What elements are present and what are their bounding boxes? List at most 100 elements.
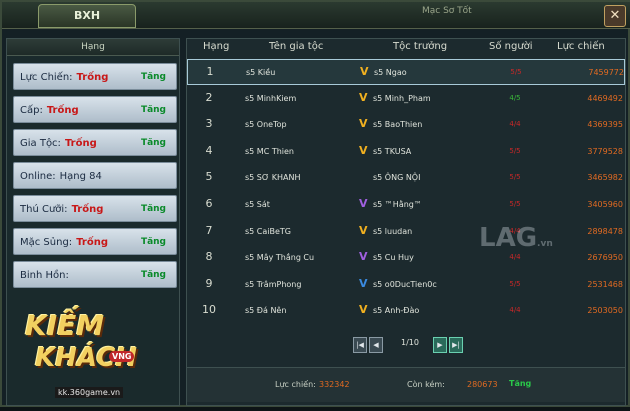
- table-row[interactable]: 2 s5 MinhKiem Vs5 Minh_Pham 4/5 4469492: [187, 86, 625, 112]
- next-page-button[interactable]: ▶: [433, 337, 447, 353]
- rank-cell: 8: [205, 250, 213, 264]
- remain-label: Còn kém:: [407, 380, 445, 389]
- power-cell: 4369395: [587, 120, 623, 130]
- guild-name-cell: s5 CaiBeTG: [245, 226, 292, 236]
- close-icon[interactable]: ✕: [604, 5, 626, 27]
- stat-label: Binh Hồn:: [20, 270, 69, 281]
- stat-row[interactable]: Lực Chiến: Trống Tăng: [13, 63, 177, 90]
- members-cell: 5/5: [509, 173, 521, 182]
- vip-badge-icon: V: [359, 197, 368, 210]
- vip-badge-icon: V: [359, 117, 368, 131]
- table-row[interactable]: 9 s5 TrâmPhong Vs5 o0DucTien0c 5/5 2531468: [187, 272, 625, 298]
- table-row[interactable]: 3 s5 OneTop Vs5 BaoThien 4/4 4369395: [187, 112, 625, 138]
- members-cell: 5/5: [509, 279, 521, 288]
- power-cell: 4469492: [587, 93, 623, 103]
- members-cell: 4/4: [509, 120, 521, 129]
- vng-badge: VNG: [109, 351, 135, 362]
- rank-cell: 6: [205, 197, 213, 210]
- guild-name-cell: s5 TrâmPhong: [245, 279, 302, 289]
- rank-cell: 1: [206, 65, 214, 78]
- stat-label: Lực Chiến:: [20, 72, 73, 83]
- power-cell: 3405960: [587, 200, 623, 209]
- table-row[interactable]: 6 s5 Sát Vs5 ™Hằng™ 5/5 3405960: [187, 192, 625, 218]
- panel-header: Hạng: [7, 39, 179, 56]
- stat-improve-link[interactable]: Tăng: [141, 64, 166, 91]
- leader-cell: s5 Minh_Pham: [373, 93, 431, 103]
- stat-improve-link[interactable]: Tăng: [141, 229, 166, 256]
- table-row[interactable]: 8 s5 Mây Thắng Cu Vs5 Cu Huy 4/4 2676950: [187, 245, 625, 271]
- vip-badge-icon: V: [360, 65, 369, 78]
- power-cell: 2898478: [587, 226, 623, 236]
- col-header-power: Lực chiến: [557, 41, 605, 52]
- guild-name-cell: s5 SƠ KHANH: [245, 173, 301, 183]
- remain-value: 280673: [467, 380, 498, 389]
- guild-name-cell: s5 Đá Nên: [245, 306, 287, 316]
- table-row[interactable]: 7 s5 CaiBeTG Vs5 luudan 4/4 2898478: [187, 219, 625, 245]
- rank-cell: 5: [205, 170, 213, 184]
- rank-cell: 3: [205, 117, 213, 131]
- stat-label: Cấp:: [20, 105, 43, 116]
- stat-row[interactable]: Gia Tộc: Trống Tăng: [13, 129, 177, 156]
- stat-label: Online:: [20, 171, 56, 182]
- members-cell: 5/5: [509, 200, 521, 208]
- leader-cell: s5 o0DucTien0c: [373, 279, 437, 289]
- vip-badge-icon: V: [359, 223, 368, 237]
- stat-value: Trống: [64, 138, 97, 149]
- stat-improve-link[interactable]: Tăng: [141, 130, 166, 157]
- stat-row[interactable]: Online: Hạng 84: [13, 162, 177, 189]
- leader-cell: s5 Anh-Đào: [373, 306, 420, 316]
- game-logo: KIẾM KHÁCH VNG kk.360game.vn: [13, 291, 139, 411]
- table-row[interactable]: 5 s5 SƠ KHANH s5 ÔNG NỘI 5/5 3465982: [187, 165, 625, 191]
- power-label: Lực chiến:: [275, 380, 316, 389]
- prev-page-button[interactable]: ◀: [369, 337, 383, 353]
- col-header-leader: Tộc trưởng: [393, 41, 448, 52]
- stat-row[interactable]: Mặc Sủng: Trống Tăng: [13, 228, 177, 255]
- first-page-button[interactable]: |◀: [353, 337, 367, 353]
- table-row[interactable]: 4 s5 MC Thien Vs5 TKUSA 5/5 3779528: [187, 139, 625, 165]
- members-cell: 5/5: [510, 68, 522, 76]
- power-cell: 7459772: [588, 68, 624, 77]
- power-cell: 2676950: [587, 253, 623, 263]
- guild-name-cell: s5 Kiều: [246, 68, 276, 77]
- leader-cell: s5 ÔNG NỘI: [373, 173, 421, 183]
- table-row[interactable]: 10 s5 Đá Nên Vs5 Anh-Đào 4/4 2503050: [187, 298, 625, 324]
- leader-cell: s5 ™Hằng™: [373, 200, 422, 209]
- rank-cell: 2: [205, 90, 213, 104]
- logo-url: kk.360game.vn: [55, 387, 124, 398]
- top-status-text: Mạc Sơ Tốt: [422, 6, 472, 16]
- improve-link[interactable]: Tăng: [509, 379, 531, 388]
- rank-cell: 10: [202, 303, 216, 317]
- rank-cell: 9: [205, 276, 213, 290]
- col-header-guild: Tên gia tộc: [269, 41, 324, 52]
- leader-cell: s5 Ngao: [374, 68, 407, 77]
- stat-improve-link[interactable]: Tăng: [141, 262, 166, 289]
- leader-cell: s5 luudan: [373, 226, 413, 236]
- tab-bxh[interactable]: BXH: [38, 4, 136, 28]
- stat-row[interactable]: Binh Hồn: Tăng: [13, 261, 177, 288]
- page-indicator: 1/10: [401, 338, 419, 347]
- power-value: 332342: [319, 380, 350, 389]
- members-cell: 4/5: [509, 93, 521, 102]
- stat-label: Mặc Sủng:: [20, 237, 73, 248]
- stat-row[interactable]: Cấp: Trống Tăng: [13, 96, 177, 123]
- table-row[interactable]: 1 s5 Kiều Vs5 Ngao 5/5 7459772: [187, 59, 625, 85]
- vip-badge-icon: V: [359, 303, 368, 317]
- vip-badge-icon: V: [359, 143, 368, 157]
- leader-cell: s5 Cu Huy: [373, 253, 414, 263]
- vip-badge-icon: V: [359, 276, 368, 290]
- pagination: |◀ ◀ 1/10 ▶ ▶|: [353, 337, 465, 353]
- logo-line1: KIẾM: [25, 309, 105, 342]
- power-cell: 2531468: [587, 279, 623, 289]
- stat-improve-link[interactable]: Tăng: [141, 196, 166, 223]
- stat-value: Trống: [76, 72, 109, 83]
- stat-value: Trống: [71, 204, 104, 215]
- power-cell: 3779528: [587, 146, 623, 156]
- stat-row[interactable]: Thú Cưỡi: Trống Tăng: [13, 195, 177, 222]
- leader-cell: s5 BaoThien: [373, 120, 423, 130]
- stat-improve-link[interactable]: Tăng: [141, 97, 166, 124]
- guild-name-cell: s5 OneTop: [245, 120, 287, 130]
- leader-cell: s5 TKUSA: [373, 146, 412, 156]
- stat-label: Thú Cưỡi:: [20, 204, 68, 215]
- power-cell: 2503050: [587, 306, 623, 316]
- last-page-button[interactable]: ▶|: [449, 337, 463, 353]
